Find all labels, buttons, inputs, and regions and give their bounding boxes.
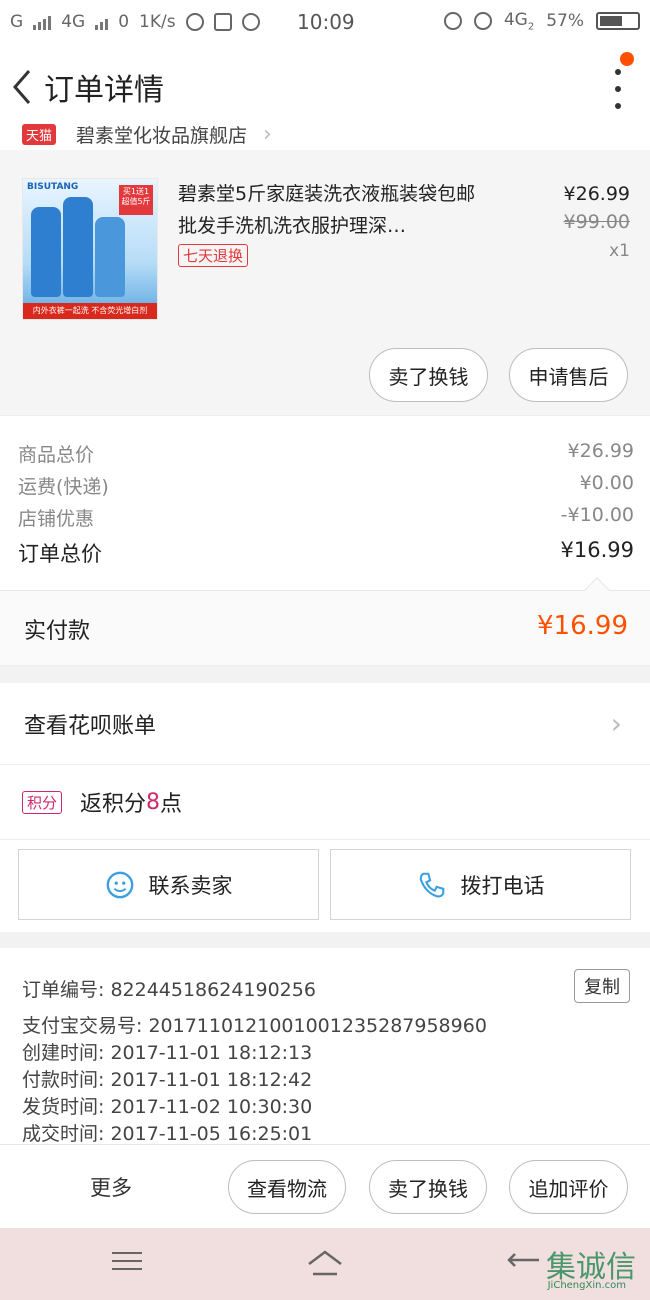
paid-value: ¥16.99 [537, 611, 628, 641]
quantity: x1 [609, 241, 630, 261]
original-price: ¥99.00 [563, 211, 630, 233]
bottom-action-bar: 更多 查看物流 卖了换钱 追加评价 [0, 1144, 650, 1228]
more-menu-button[interactable] [612, 69, 624, 109]
sell-exchange-button-bottom[interactable]: 卖了换钱 [369, 1160, 487, 1214]
nav-bar: 订单详情 [0, 43, 650, 130]
paid-time: 付款时间: 2017-11-01 18:12:42 [22, 1069, 313, 1091]
huabei-bill-link[interactable]: 查看花呗账单 › [0, 683, 650, 765]
alipay-number: 支付宝交易号: 20171101210010012352879589​60 [22, 1015, 487, 1037]
system-nav-bar: 集诚信 JiChengXin.com [0, 1228, 650, 1300]
points-text-suffix: 点 [160, 792, 183, 817]
wifi-hotspot-icon [185, 12, 204, 31]
chat-bubble-icon [106, 871, 133, 898]
order-number: 订单编号: 82244518624190256 [22, 979, 316, 1001]
add-review-button[interactable]: 追加评价 [509, 1160, 628, 1214]
order-total-value: ¥16.99 [560, 538, 634, 562]
alarm-icon [473, 12, 492, 31]
contact-bar: 联系卖家 拨打电话 [0, 840, 650, 932]
summary-value: ¥0.00 [579, 472, 634, 494]
mute-bell-icon [443, 12, 462, 31]
notification-dot [620, 52, 634, 66]
summary-label: 店铺优惠 [18, 508, 95, 530]
speed-unit: 1K/s [139, 11, 176, 32]
dot-icon [615, 86, 621, 92]
summary-row: 店铺优惠 -¥10.00 [18, 504, 634, 531]
clock: 10:09 [297, 9, 355, 34]
summary-label: 商品总价 [18, 444, 95, 466]
points-row: 积分 返积分 8 点 [0, 765, 650, 840]
call-phone-button[interactable]: 拨打电话 [330, 849, 631, 920]
battery-icon [596, 12, 640, 31]
battery-percent: 57% [546, 11, 584, 32]
product-price: ¥26.99 [563, 183, 630, 205]
points-number: 8 [146, 789, 161, 815]
network-label-2: 4G2 [503, 10, 535, 33]
home-icon[interactable] [305, 1246, 345, 1282]
order-info: 订单编号: 82244518624190256 复制 支付宝交易号: 20171… [0, 948, 650, 1145]
taobao-icon [213, 12, 232, 31]
browser-icon [241, 12, 260, 31]
dot-icon [615, 103, 621, 109]
back-button[interactable] [0, 43, 44, 130]
points-tag: 积分 [22, 790, 63, 814]
dot-icon [615, 69, 621, 75]
price-column: ¥26.99 ¥99.00 x1 [564, 180, 630, 266]
paid-label: 实付款 [24, 619, 91, 644]
product-image[interactable]: BISUTANG 买1送1 超值5斤 内外衣裤一起洗 不含荧光增白剂 [22, 178, 158, 320]
chevron-right-icon: › [610, 707, 622, 740]
menu-icon[interactable] [107, 1246, 147, 1282]
price-summary: 商品总价 ¥26.99 运费(快递) ¥0.00 店铺优惠 -¥10.00 订单… [0, 415, 650, 590]
watermark-subtext: JiChengXin.com [547, 1280, 626, 1291]
created-time: 创建时间: 2017-11-01 18:12:13 [22, 1042, 313, 1064]
call-phone-label: 拨打电话 [460, 873, 545, 898]
contact-seller-button[interactable]: 联系卖家 [18, 849, 319, 920]
after-sale-button[interactable]: 申请售后 [509, 348, 628, 402]
copy-button[interactable]: 复制 [574, 969, 630, 1003]
shop-row[interactable]: 天猫 碧素堂化妆品旗舰店 › [0, 118, 650, 150]
shipped-time: 发货时间: 2017-11-02 10:30:30 [22, 1096, 313, 1118]
huabei-label: 查看花呗账单 [24, 713, 157, 739]
view-logistics-button[interactable]: 查看物流 [228, 1160, 346, 1214]
points-text-prefix: 返积分 [80, 792, 147, 817]
more-button[interactable]: 更多 [90, 1172, 132, 1202]
completed-time: 成交时间: 2017-11-05 16:25:01 [22, 1123, 313, 1145]
paid-amount-row: 实付款 ¥16.99 [0, 577, 650, 666]
product-title[interactable]: 碧素堂5斤家庭装洗衣液瓶装袋包邮批发手洗机洗衣服护理深… [178, 178, 488, 242]
summary-label: 运费(快递) [18, 476, 109, 498]
chevron-right-icon: › [263, 121, 272, 147]
shop-name: 碧素堂化妆品旗舰店 [76, 124, 248, 147]
network-label: 4G [61, 11, 86, 32]
image-band: 内外衣裤一起洗 不含荧光增白剂 [23, 303, 157, 319]
contact-seller-label: 联系卖家 [148, 873, 233, 898]
image-promo: 买1送1 超值5斤 [119, 185, 153, 215]
status-bar: G 4G 0 1K/s 10:09 4G2 57% [0, 0, 650, 43]
sell-exchange-button[interactable]: 卖了换钱 [369, 348, 488, 402]
summary-row: 运费(快递) ¥0.00 [18, 472, 634, 499]
order-total-label: 订单总价 [18, 542, 102, 566]
image-brand: BISUTANG [27, 182, 79, 192]
order-total-row: 订单总价 ¥16.99 [18, 538, 634, 568]
signal-icon [33, 14, 52, 30]
signal-icon-2 [95, 14, 109, 30]
carrier-label: G [10, 11, 24, 32]
summary-row: 商品总价 ¥26.99 [18, 440, 634, 467]
data-speed: 0 [118, 11, 130, 32]
product-card: BISUTANG 买1送1 超值5斤 内外衣裤一起洗 不含荧光增白剂 碧素堂5斤… [0, 150, 650, 415]
page-title: 订单详情 [44, 72, 164, 108]
summary-value: -¥10.00 [560, 504, 634, 526]
tmall-tag: 天猫 [22, 123, 57, 145]
return-policy-tag: 七天退换 [178, 244, 249, 267]
summary-value: ¥26.99 [567, 440, 634, 462]
chevron-left-icon [13, 69, 31, 104]
phone-icon [419, 872, 444, 897]
back-nav-icon[interactable] [505, 1246, 545, 1282]
